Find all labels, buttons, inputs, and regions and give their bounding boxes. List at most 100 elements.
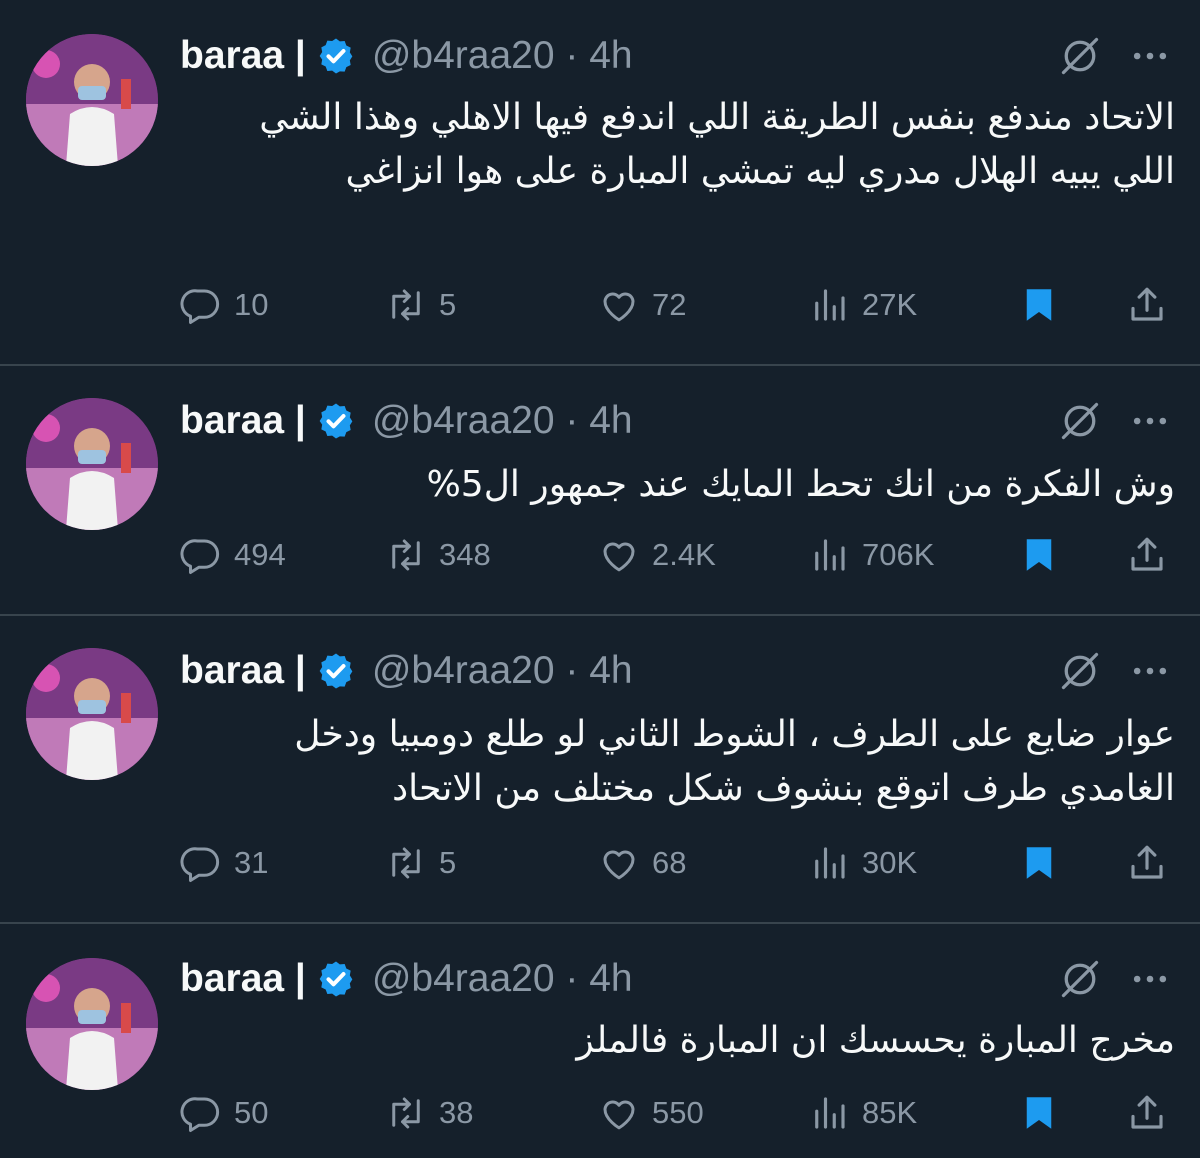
avatar[interactable] xyxy=(26,648,158,780)
display-name[interactable]: baraa | xyxy=(180,649,306,693)
share-icon xyxy=(1131,845,1163,879)
like-count: 550 xyxy=(652,1095,704,1130)
reply-button[interactable]: 31 xyxy=(180,838,268,888)
avatar-photo xyxy=(26,648,158,780)
more-icon[interactable] xyxy=(1128,34,1172,78)
grok-icon[interactable] xyxy=(1058,34,1102,78)
tweet[interactable]: baraa | @b4raa20 · 4h وش الفكرة من انك ت… xyxy=(0,366,1200,614)
bookmark-button[interactable] xyxy=(1018,838,1060,888)
bookmark-button[interactable] xyxy=(1018,280,1060,330)
tweet-actions: 31 5 68 30K xyxy=(180,838,1170,888)
avatar-photo xyxy=(26,34,158,166)
views-icon xyxy=(815,539,845,571)
tweet-header: baraa | @b4raa20 · 4h xyxy=(180,396,633,446)
tweet-actions: 494 348 2.4K 706K xyxy=(180,530,1170,580)
heart-icon xyxy=(603,542,635,572)
handle-timestamp[interactable]: @b4raa20 · 4h xyxy=(372,399,633,443)
views-button[interactable]: 706K xyxy=(808,530,934,580)
handle-timestamp[interactable]: @b4raa20 · 4h xyxy=(372,34,633,78)
tweet-text: وش الفكرة من انك تحط المايك عند جمهور ال… xyxy=(426,464,1175,505)
like-button[interactable]: 72 xyxy=(598,280,686,330)
retweet-count: 38 xyxy=(439,1095,474,1130)
verified-badge-icon xyxy=(319,403,353,439)
share-button[interactable] xyxy=(1126,280,1168,330)
tweet-text: الاتحاد مندفع بنفس الطريقة اللي اندفع في… xyxy=(259,97,1175,192)
grok-icon[interactable] xyxy=(1058,649,1102,693)
bookmark-icon xyxy=(1026,539,1052,571)
retweet-button[interactable]: 5 xyxy=(385,280,456,330)
grok-icon[interactable] xyxy=(1058,399,1102,443)
views-button[interactable]: 27K xyxy=(808,280,917,330)
tweet-actions: 10 5 72 27K xyxy=(180,280,1170,330)
bookmark-icon xyxy=(1026,847,1052,879)
views-count: 85K xyxy=(862,1095,918,1130)
tweet[interactable]: baraa | @b4raa20 · 4h الاتحاد مندفع بنفس… xyxy=(0,0,1200,364)
retweet-button[interactable]: 5 xyxy=(385,838,456,888)
reply-count: 31 xyxy=(234,845,269,880)
tweet-header: baraa | @b4raa20 · 4h xyxy=(180,31,633,81)
reply-button[interactable]: 50 xyxy=(180,1088,268,1138)
avatar[interactable] xyxy=(26,34,158,166)
reply-count: 10 xyxy=(234,287,269,322)
handle-timestamp[interactable]: @b4raa20 · 4h xyxy=(372,957,633,1001)
views-count: 30K xyxy=(862,845,918,880)
retweet-button[interactable]: 38 xyxy=(385,1088,473,1138)
heart-icon xyxy=(603,1100,635,1130)
verified-badge-icon xyxy=(319,38,353,74)
display-name[interactable]: baraa | xyxy=(180,399,306,443)
views-button[interactable]: 30K xyxy=(808,838,917,888)
retweet-count: 5 xyxy=(439,287,457,322)
tweet-text: عوار ضايع على الطرف ، الشوط الثاني لو طل… xyxy=(294,714,1175,809)
reply-icon xyxy=(180,539,220,574)
tweet[interactable]: baraa | @b4raa20 · 4h مخرج المبارة يحسسك… xyxy=(0,924,1200,1158)
like-button[interactable]: 68 xyxy=(598,838,686,888)
bookmark-button[interactable] xyxy=(1018,1088,1060,1138)
reply-button[interactable]: 494 xyxy=(180,530,286,580)
retweet-icon xyxy=(392,289,420,321)
views-icon xyxy=(815,847,845,879)
reply-icon xyxy=(180,1097,220,1132)
more-icon[interactable] xyxy=(1128,399,1172,443)
like-count: 72 xyxy=(652,287,687,322)
display-name[interactable]: baraa | xyxy=(180,957,306,1001)
like-count: 2.4K xyxy=(652,537,716,572)
retweet-button[interactable]: 348 xyxy=(385,530,491,580)
tweet-text: مخرج المبارة يحسسك ان المبارة فالملز xyxy=(576,1020,1175,1061)
reply-count: 494 xyxy=(234,537,286,572)
heart-icon xyxy=(603,292,635,322)
verified-badge-icon xyxy=(319,653,353,689)
retweet-icon xyxy=(392,847,420,879)
avatar-photo xyxy=(26,398,158,530)
avatar[interactable] xyxy=(26,958,158,1090)
retweet-icon xyxy=(392,539,420,571)
display-name[interactable]: baraa | xyxy=(180,34,306,78)
like-count: 68 xyxy=(652,845,687,880)
share-icon xyxy=(1131,537,1163,571)
avatar-photo xyxy=(26,958,158,1090)
reply-button[interactable]: 10 xyxy=(180,280,268,330)
tweet[interactable]: baraa | @b4raa20 · 4h عوار ضايع على الطر… xyxy=(0,616,1200,922)
views-count: 27K xyxy=(862,287,918,322)
like-button[interactable]: 550 xyxy=(598,1088,704,1138)
handle-timestamp[interactable]: @b4raa20 · 4h xyxy=(372,649,633,693)
share-button[interactable] xyxy=(1126,530,1168,580)
reply-icon xyxy=(180,847,220,882)
more-icon[interactable] xyxy=(1128,649,1172,693)
share-icon xyxy=(1131,1095,1163,1129)
bookmark-button[interactable] xyxy=(1018,530,1060,580)
retweet-count: 5 xyxy=(439,845,457,880)
like-button[interactable]: 2.4K xyxy=(598,530,716,580)
views-button[interactable]: 85K xyxy=(808,1088,917,1138)
views-icon xyxy=(815,289,845,321)
tweet-header: baraa | @b4raa20 · 4h xyxy=(180,646,633,696)
reply-count: 50 xyxy=(234,1095,269,1130)
retweet-icon xyxy=(392,1097,420,1129)
tweet-feed: baraa | @b4raa20 · 4h الاتحاد مندفع بنفس… xyxy=(0,0,1200,1158)
bookmark-icon xyxy=(1026,289,1052,321)
share-button[interactable] xyxy=(1126,1088,1168,1138)
grok-icon[interactable] xyxy=(1058,957,1102,1001)
avatar[interactable] xyxy=(26,398,158,530)
bookmark-icon xyxy=(1026,1097,1052,1129)
share-button[interactable] xyxy=(1126,838,1168,888)
more-icon[interactable] xyxy=(1128,957,1172,1001)
